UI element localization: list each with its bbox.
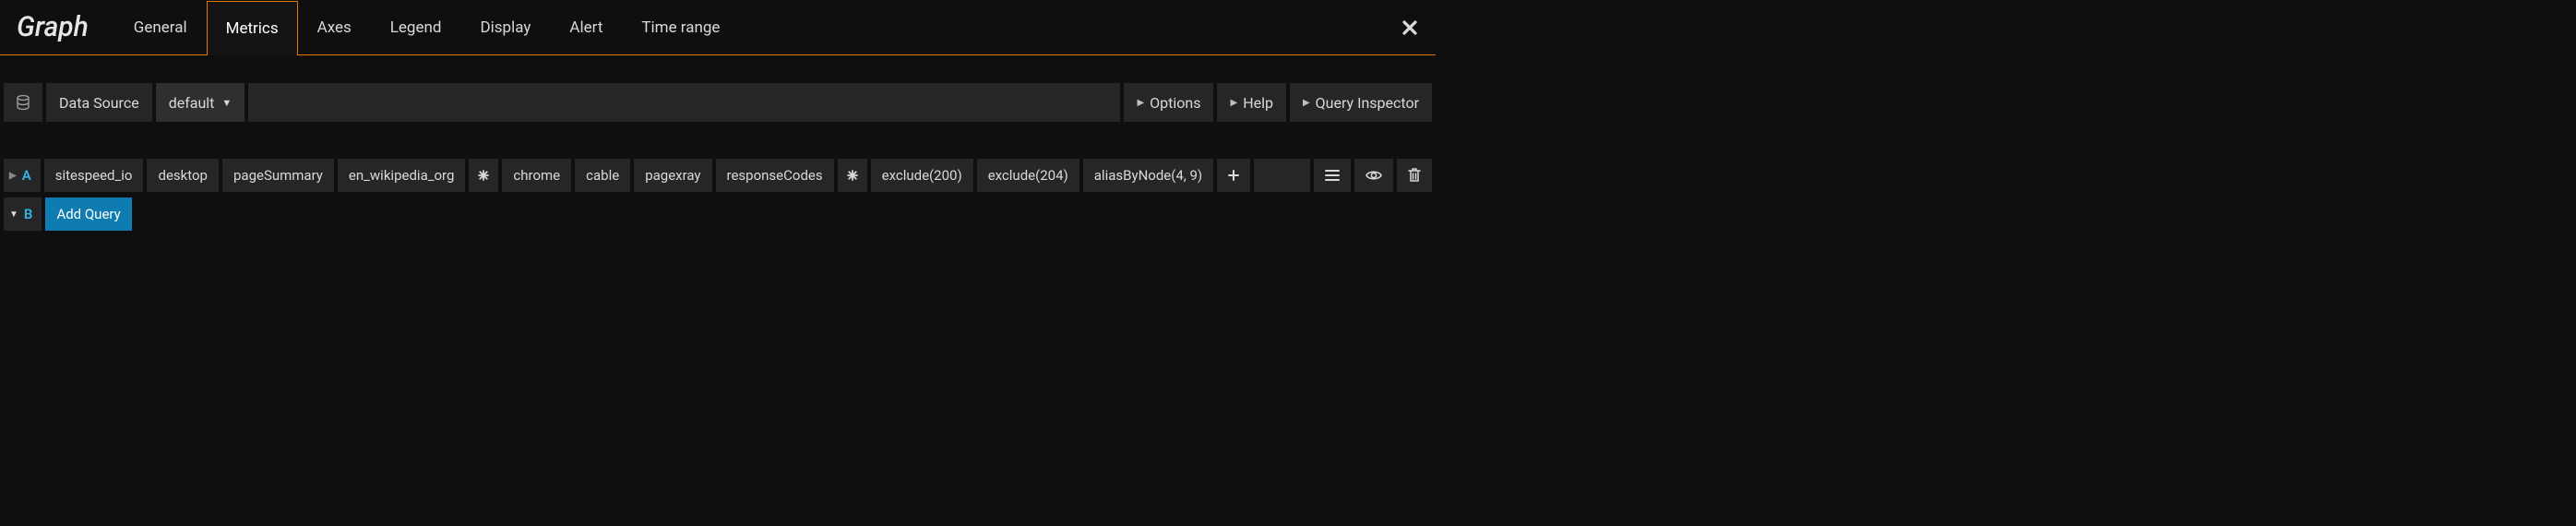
query-toggle-b[interactable]: ▼ B: [4, 197, 42, 231]
datasource-icon: [4, 83, 42, 122]
add-function-button[interactable]: [1217, 159, 1250, 192]
tab-display[interactable]: Display: [460, 0, 550, 54]
plus-icon: [1228, 170, 1239, 181]
tab-alert[interactable]: Alert: [550, 0, 622, 54]
query-toggle-a[interactable]: ▶ A: [4, 159, 41, 192]
caret-right-icon: ▶: [1137, 98, 1144, 108]
asterisk-icon: [478, 170, 489, 181]
panel-header: Graph General Metrics Axes Legend Displa…: [0, 0, 1436, 55]
tab-general[interactable]: General: [114, 0, 207, 54]
tab-legend[interactable]: Legend: [371, 0, 461, 54]
delete-query-button[interactable]: [1397, 159, 1432, 192]
options-button[interactable]: ▶ Options: [1124, 83, 1213, 122]
asterisk-icon: [847, 170, 858, 181]
metric-segment[interactable]: pagexray: [634, 159, 711, 192]
metric-segment[interactable]: sitespeed_io: [44, 159, 144, 192]
query-letter: A: [22, 167, 31, 184]
help-button[interactable]: ▶ Help: [1217, 83, 1285, 122]
query-letter: B: [24, 206, 33, 222]
trash-icon: [1408, 168, 1421, 183]
add-query-button[interactable]: Add Query: [45, 197, 131, 231]
metric-segment[interactable]: pageSummary: [222, 159, 334, 192]
query-row-a: ▶ A sitespeed_io desktop pageSummary en_…: [4, 159, 1432, 192]
datasource-value: default: [169, 94, 215, 112]
query-editor: ▶ A sitespeed_io desktop pageSummary en_…: [0, 159, 1436, 231]
function-segment[interactable]: exclude(200): [871, 159, 973, 192]
metric-segment-wildcard[interactable]: [469, 159, 498, 192]
panel-type-title: Graph: [0, 11, 114, 43]
caret-down-icon: ▼: [221, 97, 232, 109]
query-inspector-button[interactable]: ▶ Query Inspector: [1290, 83, 1432, 122]
datasource-select[interactable]: default ▼: [156, 83, 245, 122]
caret-right-icon: ▶: [1303, 98, 1310, 108]
caret-down-icon: ▼: [9, 209, 18, 220]
query-row-b: ▼ B Add Query: [4, 197, 1432, 231]
tab-metrics[interactable]: Metrics: [207, 1, 298, 55]
eye-icon: [1366, 169, 1382, 182]
tab-time-range[interactable]: Time range: [622, 0, 739, 54]
hamburger-icon: [1325, 169, 1340, 182]
caret-right-icon: ▶: [1230, 98, 1237, 108]
metric-segment[interactable]: desktop: [147, 159, 219, 192]
datasource-label: Data Source: [46, 83, 152, 122]
metric-segment[interactable]: en_wikipedia_org: [338, 159, 466, 192]
function-segment[interactable]: exclude(204): [977, 159, 1079, 192]
metric-segment[interactable]: responseCodes: [716, 159, 834, 192]
metric-segment[interactable]: chrome: [502, 159, 571, 192]
panel-tabs: General Metrics Axes Legend Display Aler…: [114, 0, 740, 54]
datasource-toolbar: Data Source default ▼ ▶ Options ▶ Help ▶…: [0, 83, 1436, 122]
metric-segment[interactable]: cable: [575, 159, 630, 192]
toggle-visibility-button[interactable]: [1354, 159, 1393, 192]
function-segment[interactable]: aliasByNode(4, 9): [1083, 159, 1213, 192]
query-menu-button[interactable]: [1314, 159, 1351, 192]
caret-right-icon: ▶: [9, 171, 17, 181]
query-row-fill: [1254, 159, 1310, 192]
close-icon[interactable]: [1402, 20, 1417, 35]
tab-axes[interactable]: Axes: [298, 0, 371, 54]
metric-segment-wildcard[interactable]: [838, 159, 867, 192]
toolbar-spacer: [248, 83, 1120, 122]
